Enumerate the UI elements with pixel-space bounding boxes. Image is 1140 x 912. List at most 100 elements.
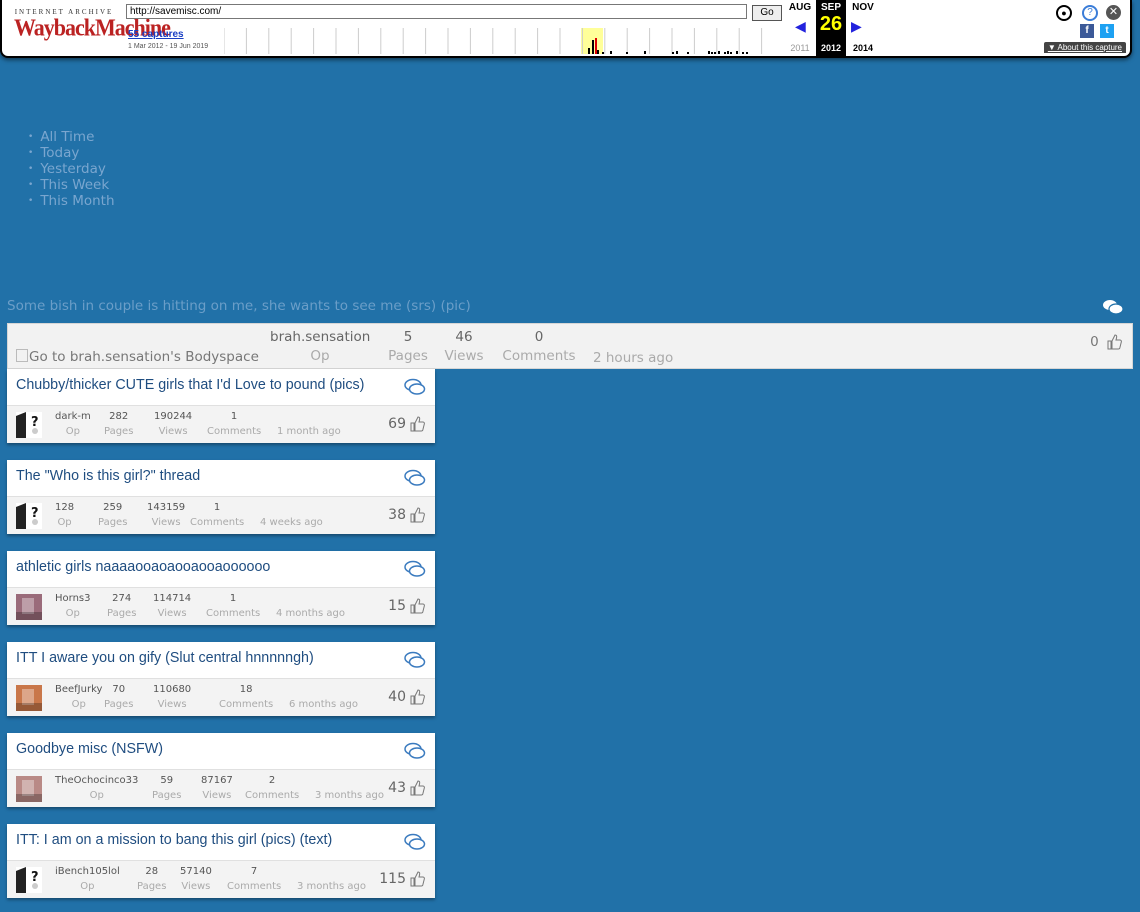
avatar-broken-image[interactable]: Go to brah.sensation's Bodyspace [16,349,259,365]
first-thread-card: Go to brah.sensation's Bodyspace brah.se… [7,323,1133,369]
thumbs-up-icon[interactable] [409,871,425,887]
likes: 15 [388,598,425,614]
comments-icon[interactable] [404,832,426,852]
thumbs-up-icon[interactable] [409,416,425,432]
sparkline-capture-bar [626,52,628,54]
filter-today[interactable]: Today [28,145,115,161]
sparkline-capture-bar [746,52,748,54]
op-name[interactable]: Horns3 [55,593,90,604]
avatar[interactable]: ? [16,412,42,438]
comments-link[interactable] [404,559,426,583]
comments-icon[interactable] [404,377,426,397]
avatar[interactable] [16,594,42,620]
first-thread-title[interactable]: Some bish in couple is hitting on me, sh… [7,298,471,314]
comments-value: 1 [213,502,221,513]
month-next[interactable]: NOV ▶ 2014 [848,0,878,56]
comments-link[interactable] [404,377,426,401]
comments-stat: 18 Comments [219,684,273,710]
op-name[interactable]: 128 [55,502,74,513]
thread-meta: ? 128 Op 259 Pages 143159 Views 1 Comments 4 week… [7,497,435,534]
comments-link[interactable] [404,468,426,492]
facebook-icon[interactable]: f [1080,24,1094,38]
comments-label: Comments [190,517,245,528]
thumbs-up-icon[interactable] [409,598,425,614]
thread-age-text: 4 months ago [276,608,345,619]
wayback-captures-link[interactable]: 55 captures [128,29,184,40]
sparkline-capture-bar [718,51,720,54]
next-capture-icon[interactable]: ▶ [851,18,862,35]
thread-age: 3 months ago [297,881,366,892]
comments-label: Comments [502,348,576,364]
views-value: 87167 [201,775,233,786]
views-label: Views [202,790,232,801]
filter-this-week[interactable]: This Week [28,177,115,193]
wayback-toolbar: INTERNET ARCHIVE WaybackMachine Go 55 ca… [0,0,1132,58]
pages-label: Pages [107,608,137,619]
user-icon[interactable]: ● [1056,5,1072,21]
op-name[interactable]: TheOchocinco33 [55,775,138,786]
comments-link[interactable] [404,650,426,674]
wayback-url-input[interactable] [126,4,747,19]
thread-title[interactable]: ITT I aware you on gify (Slut central hn… [16,650,314,666]
about-capture-label: About this capture [1057,43,1122,52]
comments-stat: 1 Comments [207,411,261,437]
thumbs-up-icon[interactable] [409,507,425,523]
broken-image-icon [16,349,28,362]
twitter-icon[interactable]: t [1100,24,1114,38]
thread-header: athletic girls naaaaooaoaooaooaoooooo [7,551,435,588]
sparkline-capture-bar [708,51,710,54]
avatar[interactable] [16,776,42,802]
thread-title[interactable]: Goodbye misc (NSFW) [16,741,163,757]
thread-title[interactable]: ITT: I am on a mission to bang this girl… [16,832,332,848]
wayback-capture-sparkline[interactable] [224,28,784,54]
thread-header: ITT: I am on a mission to bang this girl… [7,824,435,861]
thumbs-up-icon[interactable] [409,689,425,705]
month-prev[interactable]: AUG ◀ 2011 [785,0,815,56]
thread-meta: TheOchocinco33 Op 59 Pages 87167 Views 2 Commen… [7,770,435,807]
thumbs-up-icon[interactable] [409,780,425,796]
comments-icon[interactable] [404,650,426,670]
prev-capture-icon[interactable]: ◀ [795,18,806,35]
filter-this-month[interactable]: This Month [28,193,114,209]
thumbs-up-icon[interactable] [1106,334,1122,350]
comments-value: 7 [250,866,258,877]
comments-icon[interactable] [404,468,426,488]
comments-stat: 0 Comments [500,329,578,364]
views-label: Views [444,348,484,364]
comments-link[interactable] [404,741,426,765]
op-name[interactable]: dark-m [55,411,91,422]
thread-title[interactable]: athletic girls naaaaooaoaooaooaoooooo [16,559,270,575]
thread-header: ITT I aware you on gify (Slut central hn… [7,642,435,679]
avatar[interactable]: ? [16,503,42,529]
wayback-logo[interactable]: INTERNET ARCHIVE WaybackMachine [14,8,171,48]
thread-title[interactable]: Chubby/thicker CUTE girls that I'd Love … [16,377,364,393]
filter-yesterday[interactable]: Yesterday [28,161,115,177]
op-stat: brah.sensation Op [270,329,370,364]
op-name[interactable]: BeefJurky [55,684,102,695]
sparkline-current-capture [595,38,597,54]
comments-icon[interactable] [1102,298,1124,316]
avatar[interactable] [16,685,42,711]
comments-icon[interactable] [404,559,426,579]
op-name[interactable]: brah.sensation [270,329,370,345]
op-stat: Horns3 Op [55,593,90,619]
about-capture-button[interactable]: ▼ About this capture [1043,42,1126,53]
thread-title[interactable]: The "Who is this girl?" thread [16,468,200,484]
comments-value: 1 [229,593,237,604]
sparkline-capture-bar [727,51,729,54]
thread-meta: ? dark-m Op 282 Pages 190244 Views 1 Comments 1 m… [7,406,435,443]
close-icon[interactable]: ✕ [1106,5,1121,20]
pages-stat: 5 Pages [386,329,430,364]
likes-count: 15 [388,598,406,614]
comments-icon[interactable] [404,741,426,761]
op-name[interactable]: iBench105lol [55,866,120,877]
thread-age: 3 months ago [315,790,384,801]
comments-link[interactable] [404,832,426,856]
wayback-go-button[interactable]: Go [752,5,782,21]
avatar[interactable]: ? [16,867,42,893]
thread-age: 4 months ago [276,608,345,619]
comments-stat: 2 Comments [245,775,299,801]
help-icon[interactable]: ? [1082,5,1098,21]
likes: 0 [1090,334,1122,350]
filter-all-time[interactable]: All Time [28,129,115,145]
